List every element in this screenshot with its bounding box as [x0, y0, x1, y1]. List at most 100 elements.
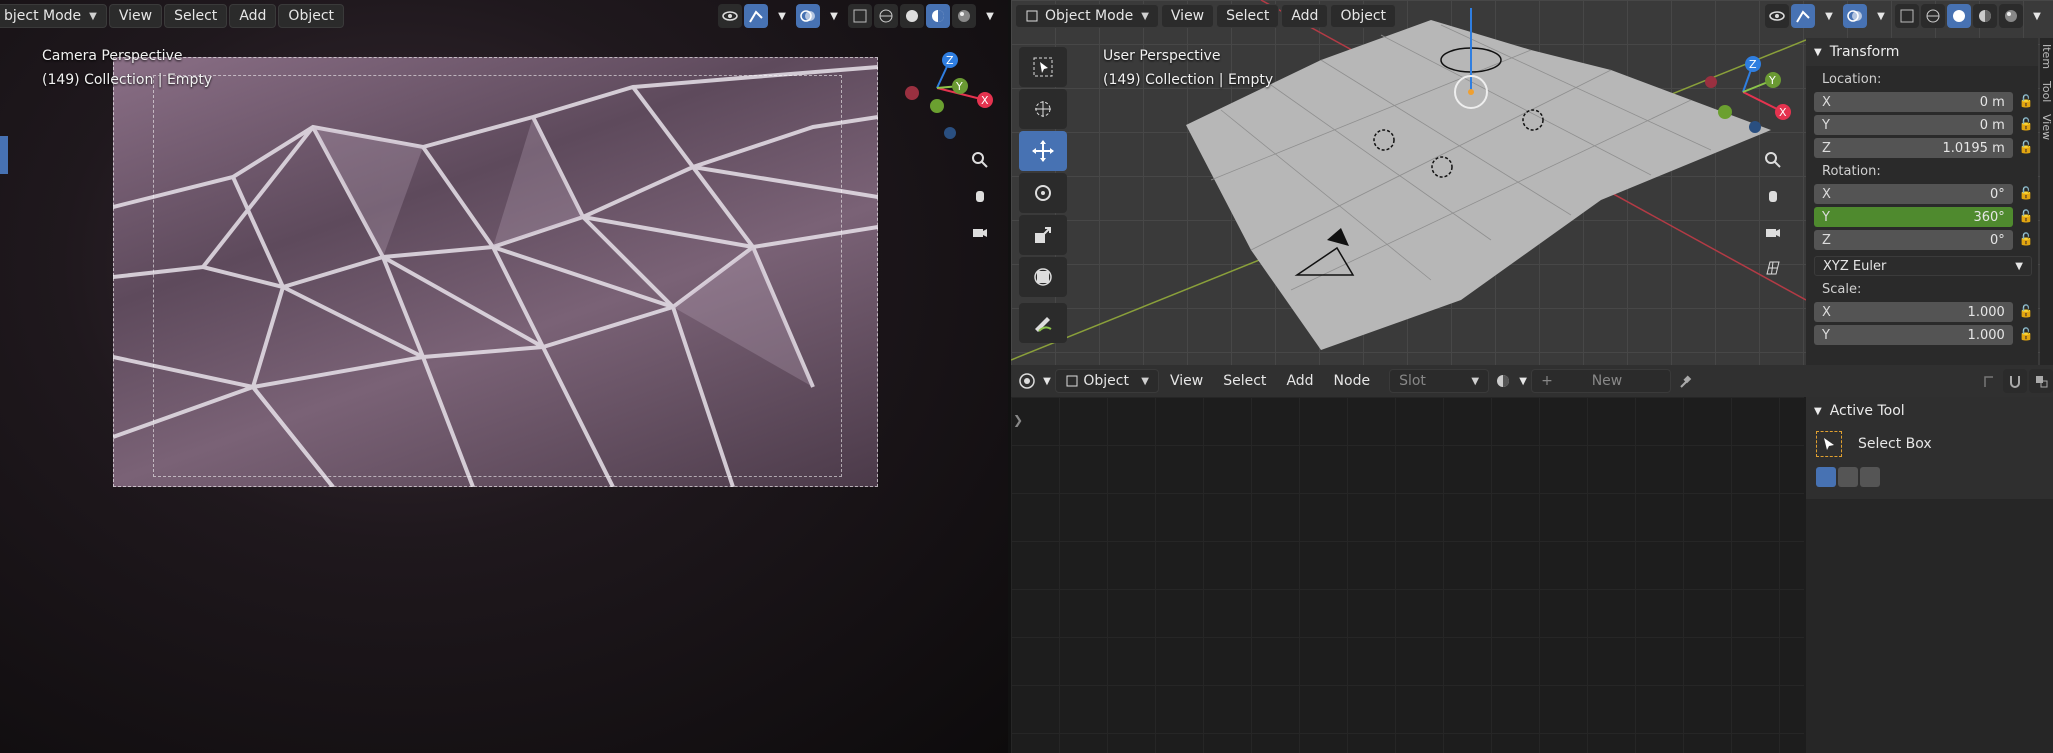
material-browse-icon[interactable]: [1491, 369, 1515, 393]
extend-selection-icon[interactable]: [1838, 467, 1858, 487]
chevron-down-icon[interactable]: ▼: [770, 4, 794, 28]
gizmo-toggle-icon[interactable]: [1791, 4, 1815, 28]
camera-viewport[interactable]: bject Mode ▼ View Select Add Object ▼ ▼: [0, 0, 1008, 753]
wireframe-shading-icon[interactable]: [1921, 4, 1945, 28]
snap-target-icon[interactable]: [2029, 369, 2053, 393]
wireframe-shading-icon[interactable]: [874, 4, 898, 28]
menu-view[interactable]: View: [1160, 4, 1215, 28]
subtract-selection-icon[interactable]: [1860, 467, 1880, 487]
solid-shading-icon[interactable]: [1947, 4, 1971, 28]
lock-icon[interactable]: 🔓: [2019, 209, 2038, 223]
location-z-field[interactable]: Z 1.0195 m: [1814, 138, 2013, 158]
rotation-x-field[interactable]: X 0°: [1814, 184, 2013, 204]
lock-icon[interactable]: 🔓: [2019, 186, 2038, 200]
overlays-icon[interactable]: [1843, 4, 1867, 28]
chevron-down-icon[interactable]: ▼: [1041, 369, 1053, 393]
rotate-tool[interactable]: [1019, 173, 1067, 213]
chevron-down-icon[interactable]: ▼: [2025, 4, 2049, 28]
rendered-shading-icon[interactable]: [952, 4, 976, 28]
pin-icon[interactable]: [1673, 369, 1697, 393]
menu-select[interactable]: Select: [1214, 369, 1275, 393]
chevron-down-icon[interactable]: ▼: [822, 4, 846, 28]
menu-object[interactable]: Object: [278, 4, 345, 28]
transform-title: Transform: [1829, 44, 1900, 60]
scale-y-field[interactable]: Y 1.000: [1814, 325, 2013, 345]
snapping-icon[interactable]: [2003, 369, 2027, 393]
menu-view[interactable]: View: [1161, 369, 1212, 393]
chevron-down-icon[interactable]: ▼: [1817, 4, 1841, 28]
visibility-icon[interactable]: [718, 4, 742, 28]
scale-tool[interactable]: [1019, 215, 1067, 255]
select-box-tool[interactable]: [1019, 47, 1067, 87]
solid-shading-icon[interactable]: [900, 4, 924, 28]
node-editor-canvas[interactable]: ❯: [1011, 397, 1804, 753]
scale-x-field[interactable]: X 1.000: [1814, 302, 2013, 322]
chevron-down-icon: ▼: [2015, 260, 2023, 272]
axis-label: Z: [1822, 140, 1831, 156]
camera-view-icon[interactable]: [968, 220, 992, 244]
chevron-down-icon[interactable]: ▼: [1517, 369, 1529, 393]
material-shading-icon[interactable]: [1973, 4, 1997, 28]
navigation-gizmo[interactable]: Z X Y: [895, 48, 1005, 148]
editor-type-icon[interactable]: [1015, 369, 1039, 393]
navigation-gizmo[interactable]: Z X Y: [1703, 52, 1803, 142]
menu-node[interactable]: Node: [1325, 369, 1380, 393]
selection-mode-buttons: [1806, 457, 2053, 487]
xray-icon[interactable]: [848, 4, 872, 28]
lock-icon[interactable]: 🔓: [2019, 94, 2038, 108]
new-material-button[interactable]: + New: [1531, 369, 1672, 393]
material-shading-icon[interactable]: [926, 4, 950, 28]
pan-hand-icon[interactable]: [1761, 184, 1785, 208]
chevron-down-icon[interactable]: ▼: [1869, 4, 1893, 28]
transform-tool[interactable]: [1019, 257, 1067, 297]
sidebar-tab-tool[interactable]: Tool: [2040, 75, 2053, 108]
lock-icon[interactable]: 🔓: [2019, 117, 2038, 131]
lock-icon[interactable]: 🔓: [2019, 232, 2038, 246]
mode-selector[interactable]: Object Mode ▼: [1015, 4, 1159, 28]
menu-view[interactable]: View: [108, 4, 163, 28]
pan-hand-icon[interactable]: [968, 184, 992, 208]
menu-select[interactable]: Select: [164, 4, 228, 28]
chevron-down-icon[interactable]: ▼: [978, 4, 1002, 28]
ortho-grid-icon[interactable]: [1761, 256, 1785, 280]
menu-add[interactable]: Add: [1277, 369, 1322, 393]
location-y-field[interactable]: Y 0 m: [1814, 115, 2013, 135]
location-x-field[interactable]: X 0 m: [1814, 92, 2013, 112]
parent-node-tree-icon[interactable]: [1977, 369, 2001, 393]
left-edge-tab-active[interactable]: [0, 136, 8, 174]
rendered-shading-icon[interactable]: [1999, 4, 2023, 28]
lock-icon[interactable]: 🔓: [2019, 304, 2038, 318]
rotation-mode-dropdown[interactable]: XYZ Euler ▼: [1814, 256, 2032, 276]
zoom-icon[interactable]: [968, 148, 992, 172]
transform-panel-header[interactable]: ▼ Transform: [1806, 38, 2038, 66]
annotate-tool[interactable]: [1019, 303, 1067, 343]
expand-arrow-icon[interactable]: ❯: [1013, 413, 1023, 427]
viewport-collection-label: (149) Collection | Empty: [1103, 72, 1274, 88]
set-selection-icon[interactable]: [1816, 467, 1836, 487]
active-tool-header[interactable]: ▼ Active Tool: [1806, 397, 2053, 425]
menu-add[interactable]: Add: [229, 4, 277, 28]
select-box-tool-icon[interactable]: [1816, 431, 1842, 457]
overlays-icon[interactable]: [796, 4, 820, 28]
lock-icon[interactable]: 🔓: [2019, 140, 2038, 154]
slot-selector[interactable]: Slot ▼: [1389, 369, 1490, 393]
shader-type-selector[interactable]: Object ▼: [1055, 369, 1159, 393]
menu-add[interactable]: Add: [1281, 4, 1329, 28]
node-editor-header: ▼ Object ▼ View Select Add Node Slot ▼ ▼…: [1011, 365, 2053, 397]
cursor-tool[interactable]: [1019, 89, 1067, 129]
camera-view-icon[interactable]: [1761, 220, 1785, 244]
mode-selector[interactable]: bject Mode ▼: [0, 4, 107, 28]
sidebar-tab-item[interactable]: Item: [2040, 38, 2053, 75]
active-tool-box: ▼ Active Tool Select Box: [1806, 397, 2053, 499]
zoom-icon[interactable]: [1761, 148, 1785, 172]
sidebar-tab-view[interactable]: View: [2040, 108, 2053, 146]
gizmo-toggle-icon[interactable]: [744, 4, 768, 28]
lock-icon[interactable]: 🔓: [2019, 327, 2038, 341]
xray-icon[interactable]: [1895, 4, 1919, 28]
menu-object[interactable]: Object: [1330, 4, 1397, 28]
move-tool[interactable]: [1019, 131, 1067, 171]
menu-select[interactable]: Select: [1216, 4, 1280, 28]
rotation-z-field[interactable]: Z 0°: [1814, 230, 2013, 250]
rotation-y-field[interactable]: Y 360°: [1814, 207, 2013, 227]
visibility-icon[interactable]: [1765, 4, 1789, 28]
